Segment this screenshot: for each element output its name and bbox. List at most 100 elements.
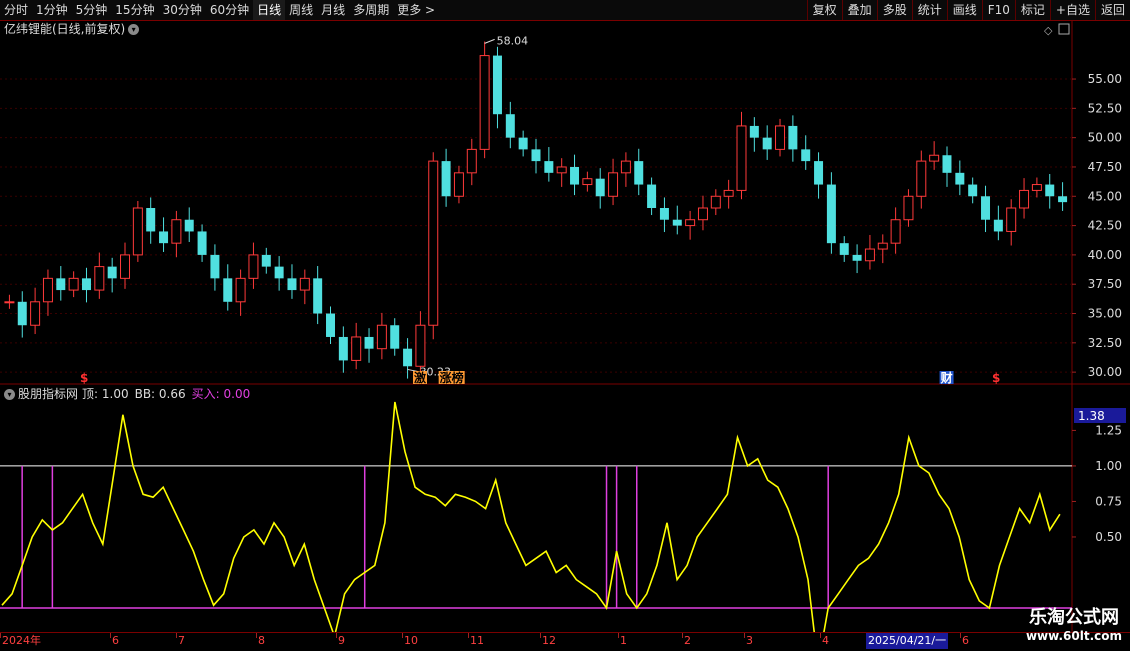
indicator-ding-value: 顶: 1.00 [82,387,129,401]
period-tabs: 分时 1分钟 5分钟 15分钟 30分钟 60分钟 日线 周线 月线 多周期 更多 > [0,0,439,20]
ind-tick-label-3: 0.50 [1095,530,1122,544]
period-tab-8[interactable]: 月线 [317,0,349,20]
period-tab-5[interactable]: 60分钟 [206,0,253,20]
time-label-4: 9 [338,634,345,647]
candle-body-12 [159,231,169,244]
candle-body-38 [492,55,502,115]
candle-body-9 [120,254,131,279]
time-label-8: 1 [620,634,627,647]
time-label-0: 2024年 [2,634,41,647]
toolbar-action-0[interactable]: 复权 [806,0,842,20]
watermark-title: 乐淘公式网 [1028,607,1119,628]
candle-body-46 [595,178,605,197]
marker-bg-2 [438,371,465,384]
candle-body-48 [620,160,631,174]
time-label-6: 11 [470,634,484,647]
candle-body-6 [81,278,91,291]
time-tick-2 [176,633,177,638]
candle-body-63 [814,161,824,185]
period-tab-10[interactable]: 更多 > [393,0,439,20]
candle-body-76 [981,196,991,220]
candle-body-82 [1058,196,1068,203]
high-value-label: 58.04 [497,34,528,47]
indicator-buy-value: 买入: 0.00 [191,387,251,401]
time-tick-11 [820,633,821,638]
candle-body-50 [647,184,657,208]
toolbar-action-4[interactable]: 画线 [946,0,982,20]
candle-body-44 [570,166,580,185]
event-marker-2: 涨榜 [440,370,464,385]
candle-body-16 [210,254,220,279]
candle-body-31 [403,348,413,367]
candle-body-74 [955,172,965,185]
time-tick-0 [0,633,1,638]
stock-title: 亿纬锂能(日线,前复权) [4,22,126,36]
toolbar-action-6[interactable]: 标记 [1014,0,1050,20]
candle-body-15 [197,231,207,255]
price-tick-label-1: 52.50 [1088,101,1122,115]
candle-body-18 [235,277,246,303]
candle-body-5 [68,277,79,291]
price-tick-label-8: 35.00 [1088,307,1122,321]
event-marker-3: 财 [940,370,953,385]
price-tick-label-3: 47.50 [1088,160,1122,174]
toolbar-action-8[interactable]: 返回 [1094,0,1130,20]
period-tab-2[interactable]: 5分钟 [72,0,112,20]
candle-body-56 [723,189,734,197]
period-tab-1[interactable]: 1分钟 [32,0,72,20]
period-tab-4[interactable]: 30分钟 [159,0,206,20]
period-tab-9[interactable]: 多周期 [349,0,393,20]
candle-body-53 [685,219,696,227]
candle-body-32 [415,324,426,367]
toolbar-action-1[interactable]: 叠加 [841,0,877,20]
candle-body-49 [634,161,644,185]
candle-body-66 [852,254,862,261]
maximize-icon [1058,23,1070,35]
candle-body-2 [30,301,41,326]
candle-body-25 [326,313,336,337]
candle-body-51 [659,208,669,220]
candle-body-75 [968,184,978,197]
indicator-bb-value: BB: 0.66 [134,387,186,401]
toolbar-action-2[interactable]: 多股 [876,0,912,20]
candle-body-64 [826,184,836,244]
period-tab-3[interactable]: 15分钟 [111,0,158,20]
time-axis: 2024年 6 7 8 9 10 11 12 1 2 3 4 6 2025/04/21/一 [0,632,1130,651]
time-label-7: 12 [542,634,556,647]
candle-body-36 [466,148,477,174]
chevron-down-icon[interactable]: ▾ [128,24,140,35]
candle-body-65 [839,243,849,255]
candle-body-77 [993,219,1003,232]
candle-body-72 [929,154,940,162]
indicator-name: 股朋指标网 [18,387,79,401]
candle-body-69 [890,219,901,244]
ind-current-value: 1.38 [1078,409,1105,423]
toolbar-action-5[interactable]: F10 [981,0,1015,20]
time-tick-4 [336,633,337,638]
candle-body-52 [672,219,682,226]
watermark: 乐淘公式网 www.60lt.com [1026,607,1122,643]
candle-body-22 [287,278,297,291]
candle-body-39 [505,114,515,138]
price-tick-label-5: 42.50 [1088,219,1122,233]
ind-tick-label-2: 0.75 [1095,494,1122,508]
candle-body-42 [544,161,554,173]
candle-body-37 [479,55,490,150]
toolbar-action-7[interactable]: +自选 [1049,0,1095,20]
toolbar-action-3[interactable]: 统计 [911,0,947,20]
event-marker-1: 激 [414,370,426,385]
price-tick-label-0: 55.00 [1088,72,1122,86]
period-tab-7[interactable]: 周线 [285,0,317,20]
chevron-down-icon[interactable]: ▾ [4,389,15,400]
period-tab-0[interactable]: 分时 [0,0,32,20]
time-label-1: 6 [112,634,119,647]
time-tick-9 [682,633,683,638]
candle-body-58 [749,125,759,138]
candle-body-79 [1019,189,1030,209]
price-tick-label-6: 40.00 [1088,248,1122,262]
time-label-10: 3 [746,634,753,647]
main-chart-title: 亿纬锂能(日线,前复权) ▾ [4,21,140,37]
candle-body-26 [338,336,348,361]
period-tab-6[interactable]: 日线 [253,0,286,20]
event-marker-4: $ [992,371,1000,385]
